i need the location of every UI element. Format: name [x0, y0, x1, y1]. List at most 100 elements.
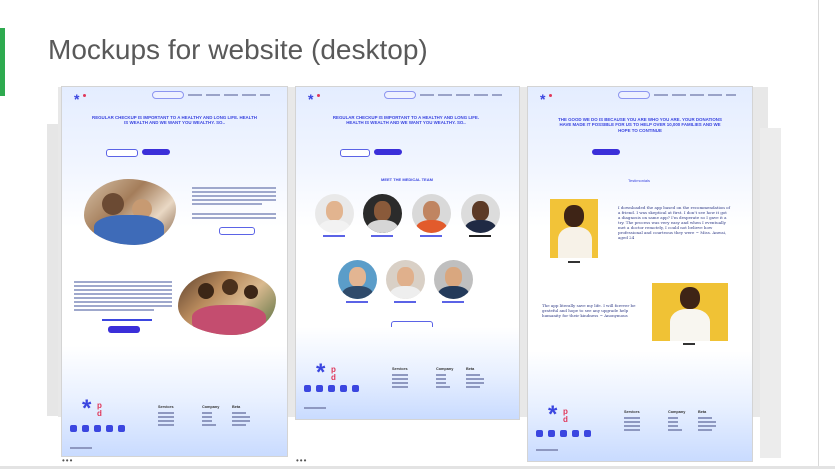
nav-link[interactable] [492, 94, 502, 96]
nav-pill[interactable] [618, 91, 650, 99]
nav-link[interactable] [726, 94, 736, 96]
donate-button-secondary[interactable] [108, 326, 140, 333]
footer-link[interactable] [436, 378, 446, 380]
nav-link[interactable] [242, 94, 256, 96]
nav-pill[interactable] [384, 91, 416, 99]
testimonial-author-2 [683, 343, 695, 345]
doctor-avatar[interactable] [412, 194, 451, 233]
footer-link[interactable] [202, 420, 212, 422]
footer-link[interactable] [624, 425, 640, 427]
footer-link[interactable] [698, 425, 716, 427]
footer-link[interactable] [466, 374, 480, 376]
footer-link[interactable] [158, 416, 174, 418]
footer-link[interactable] [202, 416, 212, 418]
nav-link[interactable] [690, 94, 704, 96]
footer-link[interactable] [392, 378, 408, 380]
footer-link[interactable] [466, 386, 480, 388]
twitter-icon[interactable] [536, 430, 543, 437]
slide-title: Mockups for website (desktop) [48, 34, 428, 65]
youtube-icon[interactable] [548, 430, 555, 437]
donate-button[interactable] [142, 149, 170, 155]
footer-link[interactable] [624, 417, 640, 419]
doctor-avatar[interactable] [461, 194, 500, 233]
footer-link[interactable] [392, 382, 408, 384]
footer-link[interactable] [436, 386, 450, 388]
nav-link[interactable] [708, 94, 722, 96]
image-options-handle[interactable]: ••• [296, 456, 307, 465]
doctor-name [323, 235, 345, 237]
nav-link[interactable] [672, 94, 686, 96]
footer-link[interactable] [232, 412, 246, 414]
footer-link[interactable] [158, 424, 174, 426]
footer-link[interactable] [668, 425, 678, 427]
footer-link[interactable] [668, 417, 678, 419]
footer-link[interactable] [698, 429, 712, 431]
footer-link[interactable] [436, 374, 446, 376]
footer-link[interactable] [436, 382, 446, 384]
footer-logo: * p d [316, 359, 336, 386]
footer-col-beta: Beta [466, 367, 475, 371]
mockup-home-page[interactable]: * REGULAR CHECKUP IS IMPORTANT TO A HEAL… [62, 87, 287, 456]
nav-link[interactable] [474, 94, 488, 96]
footer-link[interactable] [232, 416, 250, 418]
hero-headline: THE GOOD WE DO IS BECAUSE YOU ARE WHO YO… [558, 117, 722, 133]
footer-link[interactable] [232, 424, 246, 426]
footer-col-beta: Beta [232, 405, 241, 409]
footer-link[interactable] [392, 386, 408, 388]
nav-link[interactable] [260, 94, 270, 96]
footer-link[interactable] [624, 421, 640, 423]
footer-link[interactable] [668, 429, 682, 431]
twitter-icon[interactable] [304, 385, 311, 392]
linkedin-icon[interactable] [118, 425, 125, 432]
nav-pill[interactable] [152, 91, 184, 99]
copyright-text [70, 447, 92, 449]
footer-link[interactable] [668, 421, 678, 423]
footer-link[interactable] [466, 378, 484, 380]
nav-link[interactable] [420, 94, 434, 96]
doctor-avatar[interactable] [338, 260, 377, 299]
donate-button[interactable] [374, 149, 402, 155]
doctor-avatar[interactable] [315, 194, 354, 233]
footer-col-beta: Beta [698, 410, 707, 414]
nav-link[interactable] [456, 94, 470, 96]
instagram-icon[interactable] [340, 385, 347, 392]
twitter-icon[interactable] [70, 425, 77, 432]
nav-link[interactable] [206, 94, 220, 96]
instagram-icon[interactable] [106, 425, 113, 432]
footer-link[interactable] [158, 412, 174, 414]
schedule-meeting-button[interactable] [106, 149, 138, 157]
body-text-line [192, 187, 276, 189]
footer-link[interactable] [698, 417, 712, 419]
nav-link[interactable] [188, 94, 202, 96]
email-icon[interactable] [328, 385, 335, 392]
donate-button[interactable] [592, 149, 620, 155]
image-options-handle[interactable]: ••• [62, 456, 73, 465]
email-icon[interactable] [560, 430, 567, 437]
footer-col-services: Services [624, 410, 640, 414]
nav-link[interactable] [654, 94, 668, 96]
footer-link[interactable] [158, 420, 174, 422]
nav-link[interactable] [224, 94, 238, 96]
footer-link[interactable] [698, 421, 716, 423]
mockup-team-page[interactable]: * REGULAR CHECKUP IS IMPORTANT TO A HEAL… [296, 87, 519, 419]
linkedin-icon[interactable] [352, 385, 359, 392]
doctor-avatar[interactable] [386, 260, 425, 299]
footer-link[interactable] [466, 382, 484, 384]
youtube-icon[interactable] [82, 425, 89, 432]
email-icon[interactable] [94, 425, 101, 432]
footer-link[interactable] [392, 374, 408, 376]
footer-link[interactable] [624, 429, 640, 431]
linkedin-icon[interactable] [584, 430, 591, 437]
doctor-avatar[interactable] [434, 260, 473, 299]
youtube-icon[interactable] [316, 385, 323, 392]
doctor-avatar[interactable] [363, 194, 402, 233]
footer-link[interactable] [232, 420, 250, 422]
footer-link[interactable] [202, 424, 216, 426]
mockup-testimonials-page[interactable]: * THE GOOD WE DO IS BECAUSE YOU ARE WHO … [528, 87, 752, 461]
learn-more-button[interactable] [219, 227, 255, 235]
instagram-icon[interactable] [572, 430, 579, 437]
testimonial-author-1 [568, 261, 580, 263]
footer-link[interactable] [202, 412, 212, 414]
nav-link[interactable] [438, 94, 452, 96]
schedule-meeting-button[interactable] [340, 149, 370, 157]
